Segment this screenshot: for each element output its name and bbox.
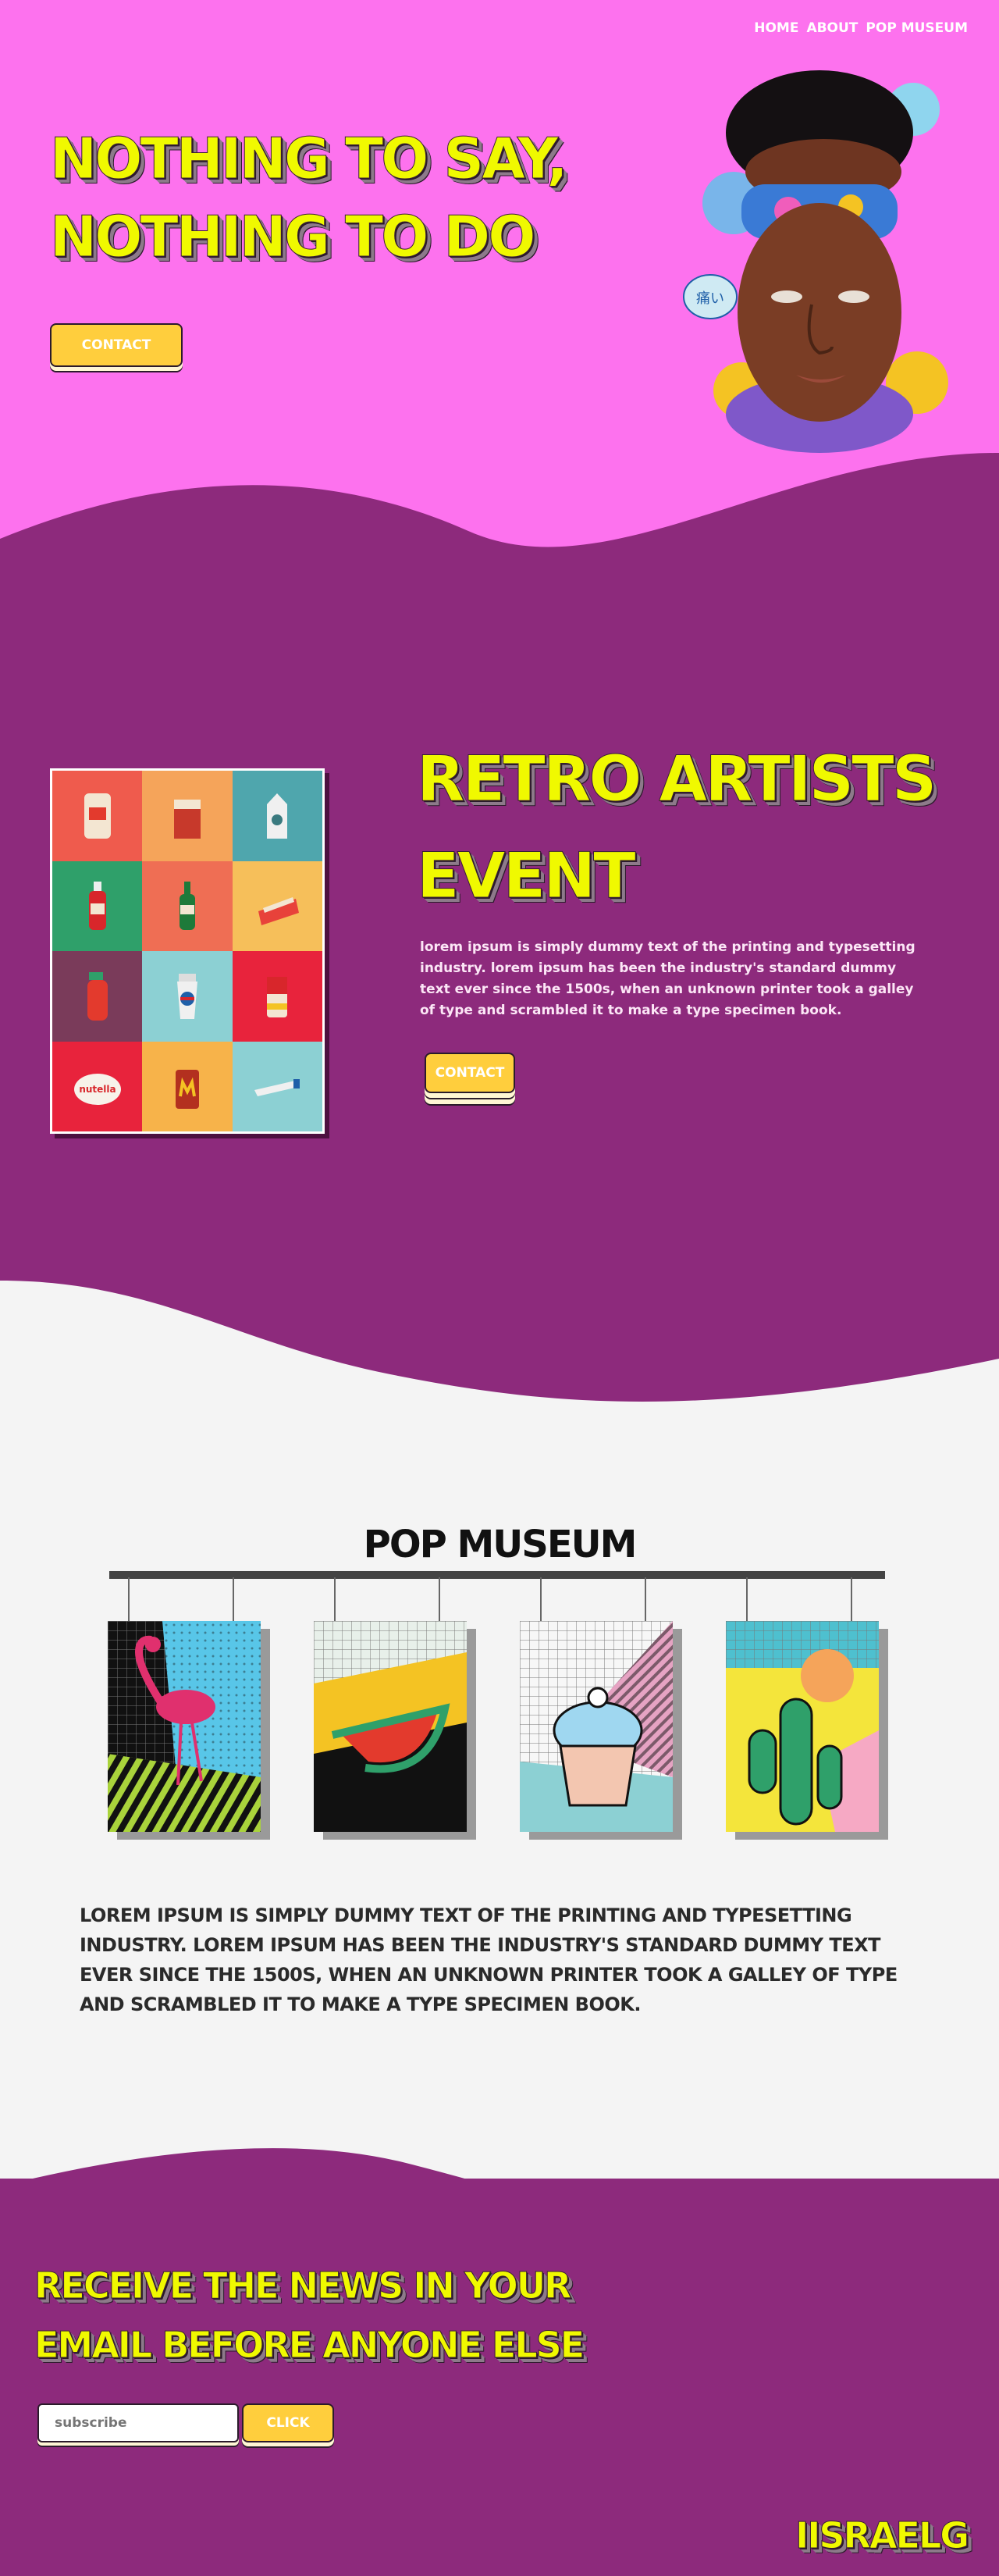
flamingo-poster [108,1621,261,1832]
fast-food-bag-icon [142,1041,233,1131]
museum-wave-divider [32,2148,465,2179]
hero-title-line2: NOTHING TO DO [50,204,536,270]
hanging-wire [645,1577,646,1621]
hanging-wire [439,1577,440,1621]
event-description: lorem ipsum is simply dummy text of the … [420,939,915,1018]
hero-title: NOTHING TO SAY, NOTHING TO DO [50,125,643,281]
subscribe-input[interactable] [37,2403,239,2442]
ketchup-bottle-icon [52,860,143,951]
nutella-jar-icon: nutella [52,1041,143,1131]
svg-text:痛い: 痛い [696,290,724,307]
brand-logo[interactable]: IISRAELG [795,2514,970,2557]
hanging-wire [746,1577,748,1621]
event-title-line2: EVENT [417,839,637,913]
newsletter-title-line2: EMAIL BEFORE ANYONE ELSE [34,2324,585,2367]
hero-title-line1: NOTHING TO SAY, [50,126,569,192]
newsletter-section: RECEIVE THE NEWS IN YOUR EMAIL BEFORE AN… [0,2179,999,2576]
nav-home-link[interactable]: HOME [754,20,798,36]
nav-pop-museum-link[interactable]: POP MUSEUM [866,20,968,36]
retro-products-grid: nutella [50,768,325,1134]
toothpaste-icon [232,1041,322,1131]
hanging-wire [851,1577,852,1621]
hanging-wire [233,1577,234,1621]
nav-about-link[interactable]: ABOUT [806,20,858,36]
cactus-poster [726,1621,879,1832]
hanging-wire [540,1577,542,1621]
cigarette-pack-icon [142,771,233,861]
nutella-label: nutella [79,1084,116,1095]
milk-carton-icon [232,771,322,861]
cupcake-poster [520,1621,673,1832]
beer-bottle-icon [142,860,233,951]
pop-art-face-illustration: 痛い [683,70,948,453]
event-wave-divider [0,1281,999,1437]
newsletter-title: RECEIVE THE NEWS IN YOUR EMAIL BEFORE AN… [34,2264,737,2383]
event-contact-button[interactable]: CONTACT [425,1053,515,1093]
hanging-wire [334,1577,336,1621]
museum-heading: POP MUSEUM [363,1523,638,1566]
subscribe-button[interactable]: CLICK [242,2403,334,2442]
hero-wave-divider [0,453,999,593]
chips-bag-icon [52,771,143,861]
top-nav: HOME ABOUT POP MUSEUM [754,20,968,36]
fries-box-icon [232,860,322,951]
soup-can-icon [232,951,322,1042]
pop-museum-section: POP MUSEUM LOREM IPSUM IS SIMPLY DUMMY T… [0,1437,999,2179]
museum-description: LOREM IPSUM IS SIMPLY DUMMY TEXT OF THE … [80,1904,898,2015]
event-title-line1: RETRO ARTISTS [417,743,937,816]
hero-contact-button[interactable]: CONTACT [50,323,183,367]
newsletter-title-line1: RECEIVE THE NEWS IN YOUR [34,2264,572,2307]
spray-bottle-icon [52,951,143,1042]
hanging-wire [128,1577,130,1621]
event-title: RETRO ARTISTS EVENT [417,742,979,935]
hero-section: HOME ABOUT POP MUSEUM NOTHING TO SAY, NO… [0,0,999,593]
event-section: nutella RETRO ARTISTS EVENT lorem ipsum … [0,593,999,1437]
watermelon-poster [314,1621,467,1832]
soda-cup-icon [142,951,233,1042]
gallery-rail [109,1571,885,1579]
